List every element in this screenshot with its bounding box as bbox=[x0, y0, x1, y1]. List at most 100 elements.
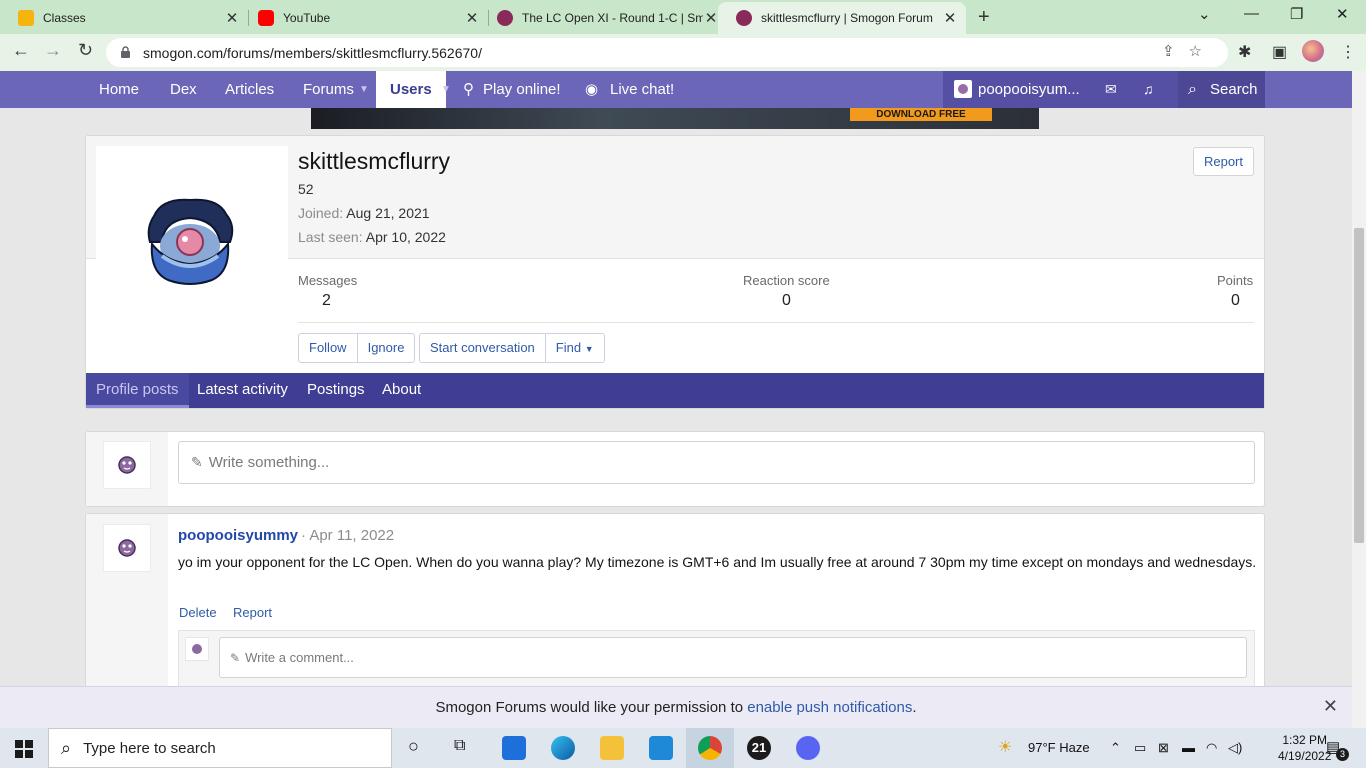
address-bar[interactable]: smogon.com/forums/members/skittlesmcflur… bbox=[106, 38, 1228, 67]
report-profile-button[interactable]: Report bbox=[1192, 147, 1254, 176]
taskbar-search-box[interactable]: ⌕ Type here to search bbox=[48, 728, 392, 768]
enable-push-notifications-link[interactable]: enable push notifications bbox=[747, 699, 912, 716]
joined-line: Joined: Aug 21, 2021 bbox=[298, 205, 430, 221]
browser-tab-youtube[interactable]: YouTube ✕ bbox=[240, 2, 488, 34]
browser-tab-profile[interactable]: skittlesmcflurry | Smogon Forum ✕ bbox=[718, 2, 966, 34]
url-text: smogon.com/forums/members/skittlesmcflur… bbox=[143, 44, 482, 61]
nav-articles[interactable]: Articles bbox=[225, 71, 274, 108]
weather-text[interactable]: 97°F Haze bbox=[1028, 740, 1090, 755]
nav-users-label: Users bbox=[390, 81, 432, 98]
windows-start-icon[interactable] bbox=[15, 740, 33, 758]
inbox-envelope-icon[interactable]: ✉ bbox=[1105, 71, 1117, 108]
alerts-bell-icon[interactable]: ♫ bbox=[1143, 71, 1154, 108]
nav-home[interactable]: Home bbox=[99, 71, 139, 108]
advertisement-banner[interactable]: DOWNLOAD FREE bbox=[311, 108, 1039, 129]
ignore-button[interactable]: Ignore bbox=[356, 334, 415, 362]
close-tab-icon[interactable]: ✕ bbox=[703, 9, 719, 27]
page-scrollbar[interactable] bbox=[1352, 71, 1366, 728]
meet-now-icon[interactable]: ▭ bbox=[1134, 740, 1146, 756]
users-dropdown-caret-icon[interactable]: ▼ bbox=[441, 71, 451, 108]
nav-live-chat[interactable]: Live chat! bbox=[610, 71, 674, 108]
write-comment-input[interactable]: ✎ Write a comment... bbox=[219, 637, 1247, 678]
share-and-bookmark-icons[interactable]: ⇪☆ bbox=[1162, 42, 1216, 60]
search-button[interactable]: ⌕ Search bbox=[1178, 71, 1265, 108]
browser-tab-classes[interactable]: Classes ✕ bbox=[0, 2, 248, 34]
minimize-icon[interactable]: — bbox=[1244, 5, 1259, 22]
close-tab-icon[interactable]: ✕ bbox=[464, 9, 480, 27]
tab-profile-posts[interactable]: Profile posts bbox=[86, 373, 189, 408]
tab-search-chevron-icon[interactable]: ⌄ bbox=[1198, 5, 1211, 23]
restore-icon[interactable]: ❐ bbox=[1290, 5, 1303, 23]
post-author-link[interactable]: poopooisyummy bbox=[178, 527, 298, 544]
microsoft-store-icon[interactable] bbox=[502, 736, 526, 760]
stat-messages-value[interactable]: 2 bbox=[322, 292, 331, 310]
koffing-avatar-icon bbox=[118, 539, 136, 557]
taskbar-search-placeholder: Type here to search bbox=[83, 739, 216, 757]
report-post-link[interactable]: Report bbox=[233, 605, 272, 620]
forward-arrow-icon[interactable]: → bbox=[44, 40, 62, 61]
app-21-icon[interactable]: 21 bbox=[747, 736, 771, 760]
close-notice-icon[interactable]: ✕ bbox=[1323, 696, 1338, 717]
scrollbar-thumb[interactable] bbox=[1354, 228, 1364, 543]
account-name[interactable]: poopooisyum... bbox=[978, 71, 1080, 108]
stat-points-value[interactable]: 0 bbox=[1231, 292, 1240, 310]
composer-avatar[interactable] bbox=[103, 441, 151, 489]
post-author-avatar[interactable] bbox=[103, 524, 151, 572]
browser-tab-lc-open[interactable]: The LC Open XI - Round 1-C | Sm ✕ bbox=[479, 2, 727, 34]
download-free-button[interactable]: DOWNLOAD FREE bbox=[850, 108, 992, 121]
edge-icon[interactable] bbox=[551, 736, 575, 760]
wifi-icon[interactable]: ◠ bbox=[1206, 740, 1217, 756]
tab-postings[interactable]: Postings bbox=[307, 373, 365, 408]
stats-divider bbox=[298, 322, 1254, 323]
side-panel-icon[interactable]: ▣ bbox=[1272, 42, 1287, 62]
network-status-icon[interactable]: ⊠ bbox=[1158, 740, 1169, 756]
showdown-icon: ⚲ bbox=[463, 81, 474, 98]
stat-reaction-label: Reaction score bbox=[743, 273, 830, 288]
comment-avatar[interactable] bbox=[185, 637, 209, 661]
start-conversation-button[interactable]: Start conversation bbox=[420, 334, 545, 362]
profile-tab-bar: Profile posts Latest activity Postings A… bbox=[86, 373, 1264, 408]
koffing-avatar-icon bbox=[118, 456, 136, 474]
nav-dex[interactable]: Dex bbox=[170, 71, 197, 108]
forums-dropdown-caret-icon[interactable]: ▼ bbox=[359, 71, 369, 108]
last-seen-value: Apr 10, 2022 bbox=[365, 229, 446, 245]
taskbar-clock[interactable]: 1:32 PM 4/19/2022 bbox=[1278, 732, 1331, 764]
close-window-icon[interactable]: ✕ bbox=[1336, 5, 1349, 23]
post-date[interactable]: · Apr 11, 2022 bbox=[301, 527, 394, 544]
chrome-profile-avatar[interactable] bbox=[1302, 40, 1324, 62]
write-something-input[interactable]: ✎ Write something... bbox=[178, 441, 1255, 484]
find-dropdown-button[interactable]: Find ▼ bbox=[544, 334, 604, 362]
follow-button[interactable]: Follow bbox=[299, 334, 357, 362]
reload-icon[interactable]: ↻ bbox=[78, 40, 93, 61]
new-tab-plus-icon[interactable]: + bbox=[978, 6, 990, 29]
extensions-puzzle-icon[interactable]: ✱ bbox=[1238, 42, 1251, 62]
windows-taskbar: ⌕ Type here to search ○ ⧉ 21 ☀ 97°F Haze… bbox=[0, 728, 1366, 768]
back-arrow-icon[interactable]: ← bbox=[12, 40, 30, 61]
tab-latest-activity[interactable]: Latest activity bbox=[197, 373, 288, 408]
last-seen-line: Last seen: Apr 10, 2022 bbox=[298, 229, 446, 245]
clamperl-sprite-icon bbox=[147, 198, 234, 285]
profile-avatar[interactable] bbox=[96, 146, 288, 338]
account-avatar[interactable] bbox=[954, 80, 972, 98]
pencil-icon: ✎ bbox=[230, 650, 241, 665]
nav-play-online[interactable]: Play online! bbox=[483, 71, 561, 108]
nav-users[interactable]: Users bbox=[376, 71, 446, 108]
close-tab-icon[interactable]: ✕ bbox=[224, 9, 240, 27]
delete-post-link[interactable]: Delete bbox=[179, 605, 217, 620]
file-explorer-icon[interactable] bbox=[600, 736, 624, 760]
last-seen-label: Last seen: bbox=[298, 229, 363, 245]
volume-icon[interactable]: ◁) bbox=[1228, 740, 1242, 756]
cortana-circle-icon[interactable]: ○ bbox=[408, 736, 419, 757]
browser-tab-strip: Classes ✕ YouTube ✕ The LC Open XI - Rou… bbox=[0, 0, 1366, 34]
mail-icon[interactable] bbox=[649, 736, 673, 760]
tab-about[interactable]: About bbox=[382, 373, 421, 408]
battery-icon[interactable]: ▬ bbox=[1182, 740, 1195, 755]
tray-chevron-icon[interactable]: ⌃ bbox=[1110, 740, 1121, 756]
nav-forums[interactable]: Forums bbox=[303, 71, 354, 108]
chrome-menu-icon[interactable]: ⋮ bbox=[1340, 42, 1356, 62]
task-view-icon[interactable]: ⧉ bbox=[454, 737, 465, 755]
stat-reaction-value: 0 bbox=[782, 292, 791, 309]
chrome-icon[interactable] bbox=[698, 736, 722, 760]
close-tab-icon[interactable]: ✕ bbox=[942, 9, 958, 27]
discord-icon[interactable] bbox=[796, 736, 820, 760]
